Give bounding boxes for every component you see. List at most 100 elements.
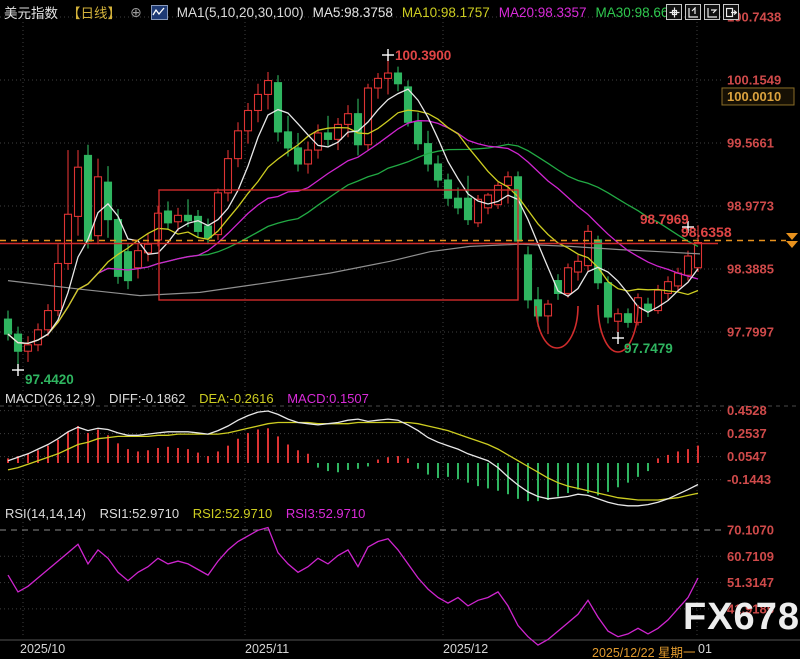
- candle-body: [223, 158, 233, 194]
- candle-body: [203, 225, 213, 239]
- axis-value-label: 70.1070: [727, 523, 774, 538]
- annotation-label: 97.7479: [624, 341, 673, 356]
- candle-body: [593, 239, 603, 284]
- ma30-value-label: MA30:98.663: [595, 4, 676, 20]
- candlestick-series[interactable]: [3, 54, 703, 371]
- candle-body: [303, 149, 313, 165]
- price-axis-labels: 100.7438100.154999.566198.977398.388597.…: [721, 10, 795, 616]
- candle-body: [603, 282, 613, 318]
- candle-body: [43, 310, 53, 331]
- candle-body: [93, 176, 103, 237]
- candle-body: [643, 303, 653, 312]
- period-label[interactable]: 【日线】: [67, 2, 121, 22]
- candle-body: [673, 272, 683, 287]
- macd-params-label[interactable]: MACD(26,12,9): [5, 391, 95, 406]
- candle-body: [73, 166, 83, 217]
- candle-body: [573, 260, 583, 273]
- axis-value-label: 0.0547: [727, 449, 767, 464]
- axis-value-label: 100.1549: [727, 73, 781, 88]
- drawing-annotations[interactable]: 100.390097.442097.747998.796998.6358: [0, 48, 798, 387]
- axis-month-label: 01: [698, 642, 712, 656]
- candle-body: [393, 72, 403, 85]
- axis-value-label: 100.0010: [727, 89, 781, 104]
- candle-body: [543, 303, 553, 317]
- chart-app-window: 100.3900 97.4420 97.7479 98.7969 98.6358 100.…: [0, 0, 800, 659]
- rsi-line: [7, 526, 699, 646]
- candle-body: [273, 82, 283, 133]
- price-marker-arrow: [786, 233, 798, 240]
- candle-body: [443, 179, 453, 199]
- candle-body: [343, 113, 353, 125]
- candle-body: [33, 329, 43, 346]
- macd-diff-value: DIFF:-0.1862: [108, 391, 186, 406]
- candle-body: [103, 181, 113, 221]
- candle-body: [463, 197, 473, 221]
- candle-body: [293, 147, 303, 165]
- axis-crosshair-date-label: 2025/12/22 星期一: [592, 646, 696, 659]
- candle-body: [153, 212, 163, 241]
- candle-body: [113, 219, 123, 277]
- rsi2-value: RSI2:52.9710: [192, 506, 273, 521]
- ma10-value-label: MA10:98.1757: [401, 4, 490, 20]
- candle-body: [133, 250, 143, 269]
- candle-body: [623, 313, 633, 323]
- candle-body: [383, 72, 393, 79]
- ma10-line: [7, 109, 699, 345]
- drawn-arc: [535, 305, 579, 349]
- candle-body: [163, 210, 173, 224]
- axis-value-label: 0.2537: [727, 426, 767, 441]
- axis-value-label: 0.4528: [727, 403, 767, 418]
- candle-body: [23, 344, 33, 352]
- candle-body: [253, 93, 263, 112]
- candle-body: [433, 163, 443, 181]
- candle-body: [613, 313, 623, 322]
- ma5-value-label: MA5:98.3758: [312, 4, 393, 20]
- axis-month-label: 2025/10: [20, 642, 66, 656]
- candle-body: [523, 254, 533, 301]
- candle-body: [3, 318, 13, 335]
- add-indicator-icon[interactable]: ⊕: [130, 4, 142, 21]
- axis-month-label: 2025/12: [443, 642, 489, 656]
- rsi3-value: RSI3:52.9710: [285, 506, 366, 521]
- chart-header: 美元指数 【日线】 ⊕ MA1(5,10,20,30,100) MA5:98.37…: [4, 2, 676, 22]
- price-chart-canvas[interactable]: 100.390097.442097.747998.796998.6358100.…: [0, 0, 800, 659]
- candle-body: [503, 176, 513, 186]
- symbol-title: 美元指数: [4, 6, 58, 21]
- time-axis[interactable]: 2025/10 2025/11 2025/12 2025/12/22 星期一 0…: [0, 641, 800, 659]
- candle-body: [283, 131, 293, 149]
- macd-macd-value: MACD:0.1507: [287, 391, 369, 406]
- annotation-label: 98.6358: [681, 224, 732, 240]
- axis-value-label: 99.5661: [727, 136, 774, 151]
- axis-value-label: 51.3147: [727, 575, 774, 590]
- rsi-panel: [7, 526, 699, 646]
- axis-scale-left-icon[interactable]: [685, 4, 701, 20]
- candle-body: [363, 87, 373, 146]
- shift-right-icon[interactable]: [723, 4, 739, 20]
- candle-body: [483, 194, 493, 209]
- axis-value-label: 98.3885: [727, 261, 774, 276]
- ma20-value-label: MA20:98.3357: [498, 4, 587, 20]
- axis-value-label: 97.7997: [727, 324, 774, 339]
- chart-toolbar: [666, 4, 739, 20]
- annotation-label: 100.3900: [395, 48, 451, 63]
- macd-indicator-row: MACD(26,12,9) DIFF:-0.1862 DEA:-0.2616 M…: [5, 391, 379, 406]
- macd-dea-value: DEA:-0.2616: [199, 391, 274, 406]
- candle-body: [243, 109, 253, 132]
- pan-move-icon[interactable]: [666, 4, 682, 20]
- candle-body: [63, 213, 73, 265]
- axis-month-label: 2025/11: [245, 642, 290, 656]
- fx678-watermark: FX678: [683, 596, 800, 638]
- candle-body: [413, 121, 423, 145]
- candle-body: [313, 132, 323, 151]
- axis-value-label: 98.9773: [727, 198, 774, 213]
- axis-scale-right-icon[interactable]: [704, 4, 720, 20]
- candle-body: [453, 197, 463, 209]
- candle-body: [263, 79, 273, 95]
- ma20-line: [7, 120, 699, 345]
- chart-type-icon[interactable]: [150, 4, 168, 20]
- rsi-indicator-row: RSI(14,14,14) RSI1:52.9710 RSI2:52.9710 …: [5, 506, 375, 521]
- macd-diff-line: [7, 410, 699, 507]
- candle-body: [563, 267, 573, 294]
- rsi-params-label[interactable]: RSI(14,14,14): [5, 506, 86, 521]
- ma-settings-label[interactable]: MA1(5,10,20,30,100): [177, 5, 304, 20]
